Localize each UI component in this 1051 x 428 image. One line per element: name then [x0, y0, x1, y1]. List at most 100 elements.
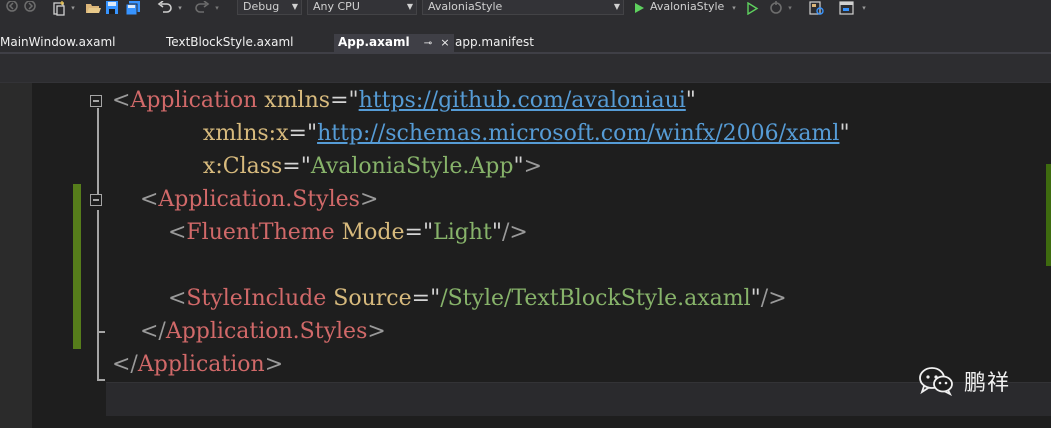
watermark-text: 鹏祥 [964, 371, 1011, 396]
code-token-tag: Application [137, 352, 265, 377]
code-token-eq: = [411, 286, 431, 311]
redo-dropdown-icon[interactable]: ▾ [213, 0, 221, 16]
undo-dropdown-icon[interactable]: ▾ [176, 0, 184, 16]
code-token-quote: " [491, 220, 502, 245]
redo-icon[interactable] [193, 0, 211, 16]
open-file-icon[interactable] [84, 0, 101, 16]
tab-textblockstyle-axaml[interactable]: TextBlockStyle.axaml [166, 34, 294, 53]
code-token-tag: Application.Styles [158, 187, 360, 212]
code-line-3: x:Class="AvaloniaStyle.App"> [112, 150, 542, 183]
chevron-down-icon: ▼ [406, 2, 413, 11]
code-token-punct: < [112, 220, 187, 245]
code-token-punct: < [112, 286, 187, 311]
change-tracking-bar [73, 184, 81, 349]
code-token-tag: Application [130, 88, 258, 113]
code-token-tag: StyleInclude [186, 286, 327, 311]
code-token-punct: </ [112, 352, 138, 377]
collapse-application-icon[interactable] [90, 95, 102, 107]
start-target-label: AvaloniaStyle [650, 0, 725, 13]
code-token-eq: = [330, 88, 349, 113]
code-token-quote: " [685, 88, 696, 113]
back-icon[interactable] [4, 0, 20, 16]
code-line-2: xmlns:x="http://schemas.microsoft.com/wi… [112, 117, 850, 150]
code-token-quote: " [839, 121, 850, 146]
code-line-8: </Application.Styles> [112, 315, 386, 348]
start-debugging-button[interactable]: AvaloniaStyle [650, 0, 724, 15]
code-token-attr: xmlns [257, 88, 331, 113]
outline-guide [97, 108, 99, 198]
code-token-quote: " [430, 286, 441, 311]
hot-reload-icon[interactable] [768, 0, 784, 16]
scrollbar-change-marker [1046, 164, 1051, 266]
current-line-highlight [106, 382, 1051, 416]
code-token-attr: xmlns:x [112, 121, 289, 146]
code-token-punct: /> [760, 286, 787, 311]
forward-icon[interactable] [22, 0, 38, 16]
code-token-attr: x:Class [112, 154, 283, 179]
code-editor[interactable]: <Application xmlns="https://github.com/a… [0, 83, 1051, 428]
new-project-icon[interactable] [50, 0, 68, 16]
close-tab-icon[interactable]: × [440, 36, 449, 49]
standard-toolbar: ▾ ▾ ▾ Debug ▼ Any CPU ▼ AvaloniaStyle ▼ [0, 0, 1051, 17]
new-project-dropdown-icon[interactable]: ▾ [69, 0, 77, 16]
chevron-down-icon: ▼ [291, 2, 298, 11]
code-token-punct: < [112, 88, 131, 113]
code-line-4: <Application.Styles> [112, 183, 378, 216]
collapse-application-styles-icon[interactable] [90, 194, 102, 206]
code-token-attr: Mode [334, 220, 405, 245]
code-line-7: <StyleInclude Source="/Style/TextBlockSt… [112, 282, 787, 315]
code-token-attr: Source [326, 286, 412, 311]
code-token-eq: = [404, 220, 423, 245]
code-token-punct: > [367, 319, 386, 344]
watermark: 鹏祥 [918, 361, 1043, 401]
hot-reload-dropdown-icon[interactable]: ▾ [786, 0, 794, 16]
code-token-quote: " [306, 121, 318, 146]
code-token-eq: = [282, 154, 301, 179]
indicator-margin [0, 83, 32, 428]
code-token-val: Light [433, 220, 492, 245]
visual-studio-window: ▾ ▾ ▾ Debug ▼ Any CPU ▼ AvaloniaStyle ▼ [0, 0, 1051, 428]
code-token-tag: FluentTheme [186, 220, 335, 245]
code-token-punct: > [359, 187, 379, 212]
layout-icon[interactable] [838, 0, 856, 16]
solution-platform-value: Any CPU [313, 0, 360, 13]
code-token-punct: > [523, 154, 543, 179]
chevron-down-icon: ▼ [613, 2, 620, 11]
tab-mainwindow-axaml[interactable]: MainWindow.axaml [0, 34, 116, 53]
pin-tab-icon[interactable]: ⊸ [424, 38, 432, 49]
save-all-icon[interactable] [124, 0, 142, 16]
document-tab-strip: MainWindow.axaml TextBlockStyle.axaml Ap… [0, 17, 1051, 53]
wechat-icon [919, 367, 953, 396]
code-token-eq: = [288, 121, 307, 146]
code-token-url: http://schemas.microsoft.com/winfx/2006/… [317, 121, 840, 146]
code-token-quote: " [422, 220, 434, 245]
code-token-punct: /> [501, 220, 528, 245]
undo-icon[interactable] [156, 0, 174, 16]
tab-app-manifest[interactable]: app.manifest [455, 34, 534, 53]
solution-platform-combo[interactable]: Any CPU ▼ [307, 0, 417, 15]
save-icon[interactable] [104, 0, 120, 16]
tab-label: App.axaml [338, 35, 410, 49]
start-icon[interactable] [632, 0, 646, 16]
outline-guide [97, 348, 99, 381]
solution-configuration-combo[interactable]: Debug ▼ [237, 0, 302, 15]
code-token-punct: < [112, 187, 159, 212]
tab-app-axaml[interactable]: App.axaml ⊸ × [334, 34, 454, 53]
startup-project-combo[interactable]: AvaloniaStyle ▼ [422, 0, 624, 15]
code-token-val: AvaloniaStyle.App [310, 154, 514, 179]
start-without-debugging-icon[interactable] [744, 0, 760, 16]
code-token-quote: " [513, 154, 524, 179]
startup-project-value: AvaloniaStyle [428, 0, 503, 13]
outline-end-marker [97, 379, 105, 381]
start-dropdown-icon[interactable]: ▾ [730, 0, 738, 16]
editor-navigation-bar [0, 54, 1051, 83]
tab-label: app.manifest [455, 35, 534, 49]
tab-label: MainWindow.axaml [0, 35, 116, 49]
outline-end-marker [97, 331, 105, 333]
toolbar-overflow-icon[interactable]: ▾ [860, 0, 868, 16]
code-token-punct: </ [112, 319, 166, 344]
code-line-1: <Application xmlns= "https://github.com/a… [112, 84, 696, 117]
tab-label: TextBlockStyle.axaml [166, 35, 294, 49]
find-in-files-icon[interactable] [808, 0, 826, 16]
code-token-url: https://github.com/avaloniaui [358, 88, 686, 113]
